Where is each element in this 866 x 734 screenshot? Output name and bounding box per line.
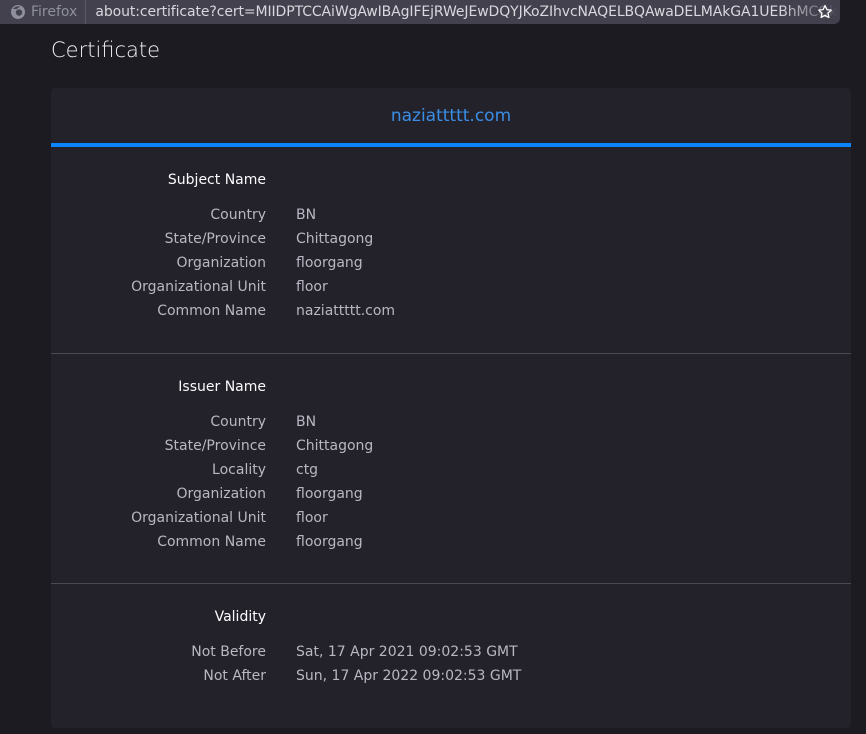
issuer-name-section: Issuer Name Country BN State/Province Ch… [51, 354, 851, 584]
firefox-logo-icon [10, 4, 26, 20]
certificate-tab[interactable]: naziattttt.com [51, 88, 851, 147]
field-value: Chittagong [296, 231, 374, 247]
field-value: floor [296, 510, 328, 526]
url-bar[interactable]: Firefox about:certificate?cert=MIIDPTCCA… [0, 0, 840, 24]
issuer-row-country: Country BN [51, 414, 851, 438]
validity-row-not-after: Not After Sun, 17 Apr 2022 09:02:53 GMT [51, 668, 851, 692]
subject-row-organization: Organization floorgang [51, 255, 851, 279]
section-title: Validity [214, 609, 266, 625]
subject-row-country: Country BN [51, 207, 851, 231]
field-value: Sat, 17 Apr 2021 09:02:53 GMT [296, 644, 518, 660]
issuer-row-org-unit: Organizational Unit floor [51, 510, 851, 534]
field-label: Locality [212, 462, 266, 478]
field-label: Common Name [157, 534, 266, 550]
page-title: Certificate [51, 38, 161, 62]
validity-row-not-before: Not Before Sat, 17 Apr 2021 09:02:53 GMT [51, 644, 851, 668]
field-value: ctg [296, 462, 319, 478]
field-value: Chittagong [296, 438, 374, 454]
validity-section: Validity Not Before Sat, 17 Apr 2021 09:… [51, 584, 851, 734]
subject-row-state: State/Province Chittagong [51, 231, 851, 255]
field-label: Not Before [191, 644, 266, 660]
section-title: Issuer Name [178, 379, 266, 395]
issuer-row-common-name: Common Name floorgang [51, 534, 851, 558]
field-value: floorgang [296, 255, 363, 271]
field-label: Organization [176, 486, 266, 502]
field-value: BN [296, 207, 317, 223]
field-value: Sun, 17 Apr 2022 09:02:53 GMT [296, 668, 522, 684]
identity-label: Firefox [31, 4, 78, 20]
subject-name-section: Subject Name Country BN State/Province C… [51, 147, 851, 354]
subject-row-org-unit: Organizational Unit floor [51, 279, 851, 303]
star-outline-icon[interactable] [815, 0, 835, 24]
issuer-row-organization: Organization floorgang [51, 486, 851, 510]
field-value: floorgang [296, 534, 363, 550]
section-title: Subject Name [167, 172, 266, 188]
subject-row-common-name: Common Name naziattttt.com [51, 303, 851, 327]
issuer-row-locality: Locality ctg [51, 462, 851, 486]
field-value: naziattttt.com [296, 303, 396, 319]
field-label: State/Province [164, 231, 266, 247]
field-label: Organization [176, 255, 266, 271]
field-value: floor [296, 279, 328, 295]
field-value: BN [296, 414, 317, 430]
field-label: Country [210, 414, 266, 430]
field-label: Country [210, 207, 266, 223]
issuer-row-state: State/Province Chittagong [51, 438, 851, 462]
field-label: Organizational Unit [131, 510, 266, 526]
field-label: Common Name [157, 303, 266, 319]
field-value: floorgang [296, 486, 363, 502]
certificate-tab-title: naziattttt.com [390, 105, 512, 126]
field-label: Not After [203, 668, 266, 684]
field-label: State/Province [164, 438, 266, 454]
field-label: Organizational Unit [131, 279, 266, 295]
certificate-card: naziattttt.com Subject Name Country BN S… [51, 88, 851, 728]
identity-box[interactable]: Firefox [0, 0, 87, 24]
url-input[interactable]: about:certificate?cert=MIIDPTCCAiWgAwIBA… [86, 4, 840, 20]
